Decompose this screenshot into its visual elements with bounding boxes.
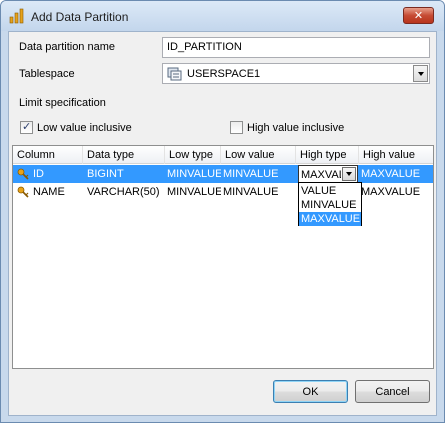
- high-type-dropdown-button[interactable]: [342, 167, 356, 181]
- partition-name-label: Data partition name: [19, 41, 115, 53]
- cell-column: NAME: [33, 186, 65, 198]
- dialog-body: Data partition name ID_PARTITION Tablesp…: [8, 31, 437, 416]
- cell-data-type: BIGINT: [87, 168, 124, 180]
- cancel-button[interactable]: Cancel: [355, 380, 430, 403]
- header-low-value[interactable]: Low value: [221, 146, 296, 164]
- header-high-type[interactable]: High type: [296, 146, 359, 164]
- tablespace-select[interactable]: USERSPACE1: [162, 63, 430, 84]
- cell-low-value: MINVALUE: [223, 186, 279, 198]
- header-column[interactable]: Column: [13, 146, 83, 164]
- header-data-type[interactable]: Data type: [83, 146, 165, 164]
- tablespace-dropdown-button[interactable]: [413, 65, 428, 82]
- ok-button[interactable]: OK: [273, 380, 348, 403]
- tablespace-icon: [167, 67, 182, 81]
- window-title: Add Data Partition: [31, 10, 129, 24]
- dropdown-option-minvalue[interactable]: MINVALUE: [299, 198, 361, 212]
- chevron-down-icon: [417, 71, 424, 76]
- cell-low-type: MINVALUE: [167, 186, 221, 198]
- partition-grid: Column Data type Low type Low value High…: [12, 145, 434, 369]
- cell-data-type: VARCHAR(50): [87, 186, 160, 198]
- high-type-value: MAXVALUE: [301, 169, 341, 181]
- header-high-value[interactable]: High value: [359, 146, 433, 164]
- dialog-window: Add Data Partition ✕ Data partition name…: [0, 0, 445, 423]
- dropdown-option-value[interactable]: VALUE: [299, 184, 361, 198]
- dropdown-option-maxvalue[interactable]: MAXVALUE: [299, 212, 361, 226]
- title-bar[interactable]: Add Data Partition ✕: [1, 1, 444, 31]
- cell-high-value: MAXVALUE: [361, 186, 421, 198]
- check-icon: ✓: [22, 121, 32, 133]
- partition-name-input[interactable]: ID_PARTITION: [162, 37, 430, 58]
- cell-high-value: MAXVALUE: [361, 168, 421, 180]
- close-button[interactable]: ✕: [403, 7, 434, 24]
- close-icon: ✕: [413, 10, 424, 22]
- table-row[interactable]: NAME VARCHAR(50) MINVALUE MINVALUE MAXVA…: [13, 183, 433, 201]
- tablespace-label: Tablespace: [19, 68, 75, 80]
- cell-low-type: MINVALUE: [167, 168, 221, 180]
- chevron-down-icon: [346, 172, 352, 176]
- grid-header: Column Data type Low type Low value High…: [13, 146, 433, 164]
- cancel-button-label: Cancel: [375, 385, 410, 398]
- limit-spec-label: Limit specification: [19, 97, 106, 109]
- header-low-type[interactable]: Low type: [165, 146, 221, 164]
- app-icon: [9, 8, 24, 24]
- high-inclusive-checkbox[interactable]: [230, 121, 243, 134]
- high-type-dropdown-list: VALUE MINVALUE MAXVALUE: [298, 182, 362, 226]
- low-inclusive-label: Low value inclusive: [37, 122, 132, 134]
- cell-column: ID: [33, 168, 44, 180]
- tablespace-value: USERSPACE1: [187, 68, 261, 80]
- high-type-select[interactable]: MAXVALUE: [298, 165, 358, 183]
- cell-low-value: MINVALUE: [223, 168, 279, 180]
- ok-button-label: OK: [302, 385, 319, 398]
- high-inclusive-label: High value inclusive: [247, 122, 345, 134]
- low-inclusive-checkbox[interactable]: ✓: [20, 121, 33, 134]
- table-row[interactable]: ID BIGINT MINVALUE MINVALUE MAXVALUE MAX…: [13, 165, 433, 183]
